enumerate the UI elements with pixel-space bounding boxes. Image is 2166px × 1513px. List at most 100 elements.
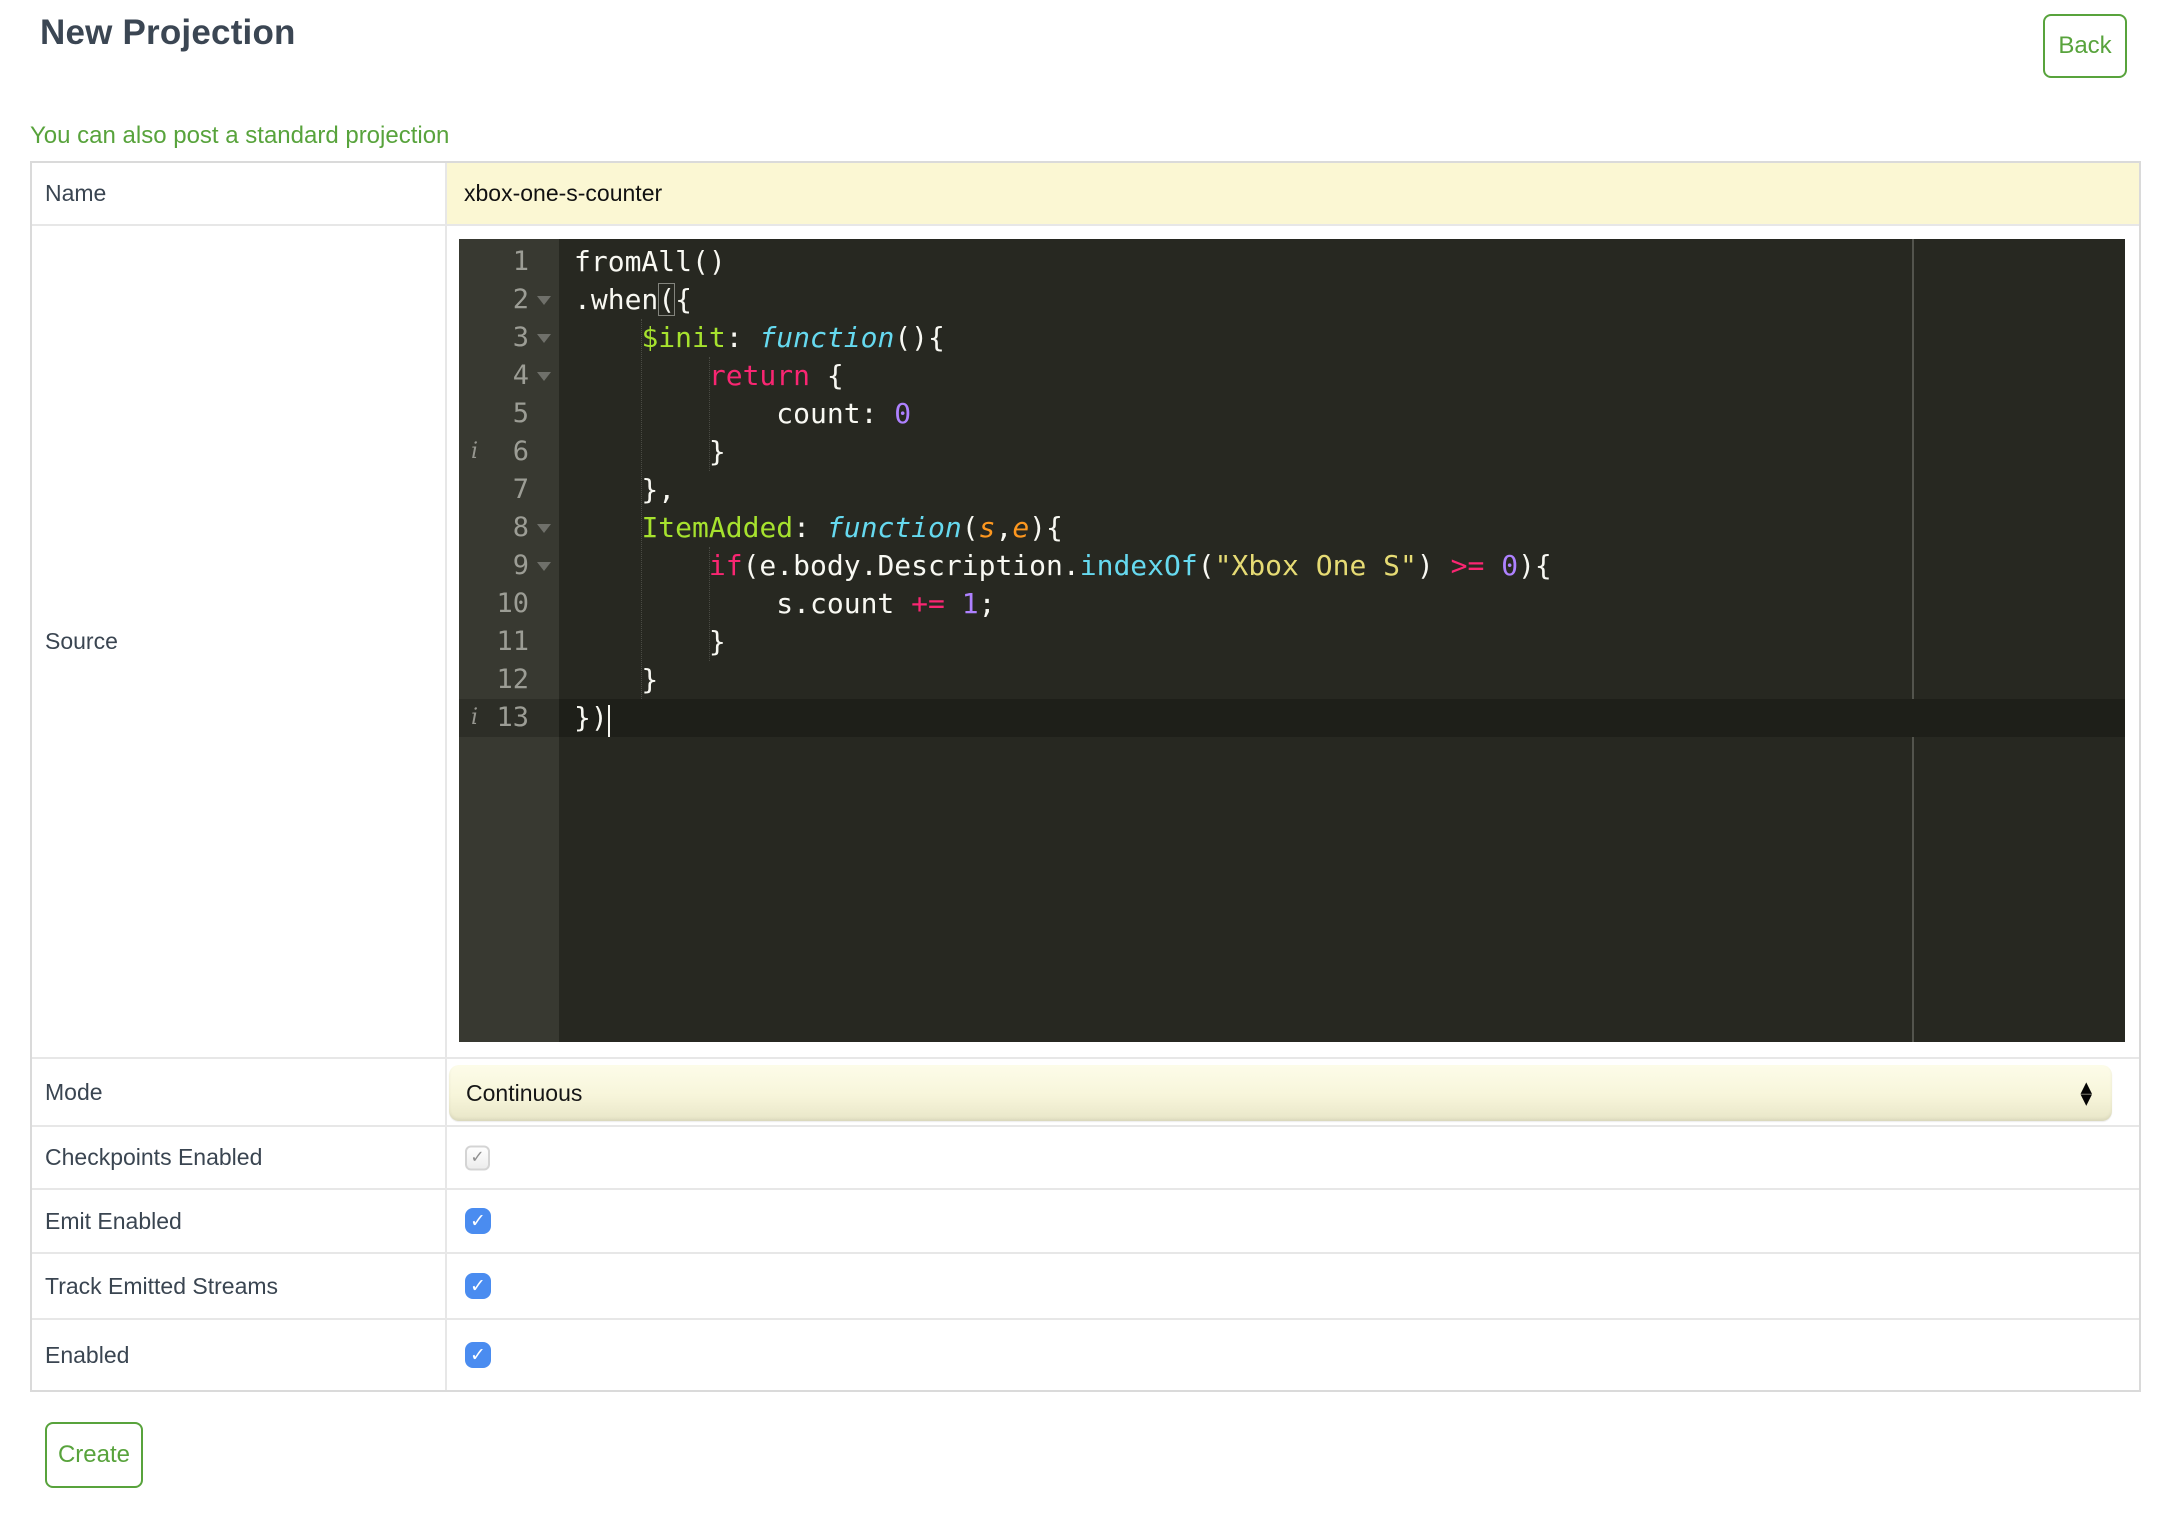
code-line[interactable]: } (559, 623, 2125, 661)
source-row: Source 1 2 3 4 5 i 6 7 8 9 10 11 12 i 13 fromAll() .whe… (32, 226, 2139, 1059)
code-line[interactable]: .when({ (559, 281, 2125, 319)
code-token: (){ (894, 321, 945, 354)
code-token: ItemAdded (641, 511, 794, 544)
code-token: , (995, 511, 1013, 544)
code-line[interactable]: fromAll() (559, 243, 2125, 281)
emit-row: Emit Enabled ✓ (32, 1190, 2139, 1254)
code-token: indexOf (1079, 549, 1198, 582)
fold-widget-icon[interactable] (537, 562, 551, 571)
gutter-cell: 12 (496, 664, 529, 695)
mode-row: Mode Continuous ▲ ▼ (32, 1059, 2139, 1127)
code-line[interactable]: if(e.body.Description.indexOf("Xbox One … (559, 547, 2125, 585)
source-code-editor[interactable]: 1 2 3 4 5 i 6 7 8 9 10 11 12 i 13 fromAll() .when({ $in… (459, 239, 2125, 1042)
select-spinner-icon: ▲ ▼ (2080, 1080, 2092, 1108)
code-token: 1 (961, 587, 979, 620)
enabled-row: Enabled ✓ (32, 1320, 2139, 1390)
name-label: Name (32, 163, 447, 224)
code-token: .when (574, 283, 659, 316)
fold-widget-icon[interactable] (537, 296, 551, 305)
gutter-cell: 4 (459, 357, 559, 395)
code-token: += (911, 587, 945, 620)
track-row: Track Emitted Streams ✓ (32, 1254, 2139, 1320)
back-button[interactable]: Back (2043, 14, 2127, 78)
code-token: if (708, 549, 743, 582)
mode-label: Mode (32, 1059, 447, 1125)
code-token: ) (1416, 549, 1451, 582)
fold-widget-icon[interactable] (537, 372, 551, 381)
code-token: { (810, 359, 844, 392)
projection-form-table: Name Source 12345i6789101112i13 fromAll(… (30, 161, 2141, 1392)
code-token: : (725, 321, 760, 354)
code-token: ( (658, 283, 676, 316)
code-line[interactable]: s.count += 1; (559, 585, 2125, 623)
code-token: function (826, 511, 962, 544)
gutter-cell: 8 (459, 509, 559, 547)
checkpoints-row: Checkpoints Enabled ✓ (32, 1127, 2139, 1190)
gutter-cell: 3 (459, 319, 559, 357)
code-token: 0 (1501, 549, 1519, 582)
code-line[interactable]: } (559, 433, 2125, 471)
code-line[interactable]: ItemAdded: function(s,e){ (559, 509, 2125, 547)
fold-widget-icon[interactable] (537, 334, 551, 343)
gutter-cell: 1 (512, 246, 529, 277)
emit-label: Emit Enabled (32, 1190, 447, 1252)
code-line[interactable]: return { (559, 357, 2125, 395)
gutter-cell: 10 (496, 588, 529, 619)
code-token: count: (574, 397, 895, 430)
check-icon: ✓ (470, 1147, 485, 1168)
arrow-down-icon: ▼ (2080, 1090, 2092, 1108)
enabled-label: Enabled (32, 1320, 447, 1390)
annotation-info-icon[interactable]: i (471, 433, 478, 471)
source-label: Source (32, 226, 447, 1057)
code-token: (e.body.Description. (742, 549, 1080, 582)
checkpoints-label: Checkpoints Enabled (32, 1127, 447, 1188)
track-label: Track Emitted Streams (32, 1254, 447, 1318)
code-token: ; (978, 587, 996, 620)
code-token: ){ (1518, 549, 1552, 582)
code-token: 0 (894, 397, 912, 430)
code-token: >= (1450, 549, 1485, 582)
fold-widget-icon[interactable] (537, 524, 551, 533)
gutter-cell: 2 (459, 281, 559, 319)
mode-selected-value: Continuous (466, 1079, 583, 1106)
new-projection-page: New Projection Back You can also post a … (0, 0, 2166, 1513)
check-icon: ✓ (470, 1344, 486, 1366)
gutter-cell: 7 (512, 474, 529, 505)
standard-projection-link[interactable]: You can also post a standard projection (30, 122, 449, 150)
track-checkbox[interactable]: ✓ (465, 1273, 491, 1299)
page-title: New Projection (40, 13, 296, 52)
check-icon: ✓ (470, 1210, 486, 1232)
text-cursor (608, 705, 610, 737)
code-token: } (574, 435, 726, 468)
code-line[interactable]: count: 0 (559, 395, 2125, 433)
code-line[interactable]: }) (559, 699, 2125, 737)
mode-select[interactable]: Continuous ▲ ▼ (449, 1065, 2112, 1121)
code-token: s (978, 511, 996, 544)
code-token: }) (574, 701, 608, 734)
code-token: } (574, 663, 659, 696)
code-token: "Xbox One S" (1214, 549, 1417, 582)
code-token: return (708, 359, 811, 392)
code-line[interactable]: $init: function(){ (559, 319, 2125, 357)
code-line[interactable]: } (559, 661, 2125, 699)
code-line[interactable]: }, (559, 471, 2125, 509)
code-token: $init (641, 321, 726, 354)
check-icon: ✓ (470, 1275, 486, 1297)
code-token: { (675, 283, 693, 316)
code-token: ( (961, 511, 979, 544)
create-button[interactable]: Create (45, 1422, 143, 1488)
enabled-checkbox[interactable]: ✓ (465, 1342, 491, 1368)
editor-gutter: 1 2 3 4 5 i 6 7 8 9 10 11 12 i 13 (459, 239, 559, 1042)
name-input[interactable] (447, 163, 2139, 224)
gutter-cell: 9 (459, 547, 559, 585)
gutter-cell: 11 (496, 626, 529, 657)
annotation-info-icon[interactable]: i (471, 699, 478, 737)
emit-checkbox[interactable]: ✓ (465, 1208, 491, 1234)
editor-code-area[interactable]: fromAll() .when({ $init: function(){ retu… (559, 239, 2125, 1042)
gutter-cell: 5 (512, 398, 529, 429)
gutter-cell: i6 (459, 433, 559, 471)
